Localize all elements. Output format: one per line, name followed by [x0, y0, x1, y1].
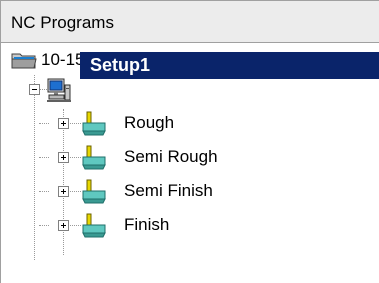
folder-icon — [11, 53, 37, 69]
setup-computer-icon — [47, 78, 71, 102]
toolpath-icon — [82, 145, 106, 170]
tree-connector — [39, 225, 49, 226]
collapse-toggle-icon[interactable] — [29, 84, 40, 95]
expand-toggle-icon[interactable] — [58, 186, 69, 197]
expand-toggle-icon[interactable] — [58, 152, 69, 163]
panel-header: NC Programs — [1, 1, 379, 43]
tree-connector — [63, 109, 64, 255]
tree-operation-label: Semi Finish — [124, 181, 213, 200]
expand-toggle-icon[interactable] — [58, 118, 69, 129]
tree-connector — [34, 75, 35, 260]
tree-operation-label: Rough — [124, 113, 175, 132]
tree-operation-label: Semi Rough — [124, 147, 218, 166]
tree-setup-label[interactable]: Setup1 — [90, 53, 150, 77]
tree-connector — [39, 191, 49, 192]
toolpath-icon — [82, 111, 106, 136]
toolpath-icon — [82, 213, 106, 238]
expand-toggle-icon[interactable] — [58, 220, 69, 231]
tree-operation-label: Finish — [124, 215, 170, 234]
tree-connector — [39, 123, 49, 124]
toolpath-icon — [82, 179, 106, 204]
nc-programs-panel: NC Programs 10-15-98 : Ejector - Mirrore… — [0, 0, 379, 283]
tree-connector — [39, 157, 49, 158]
panel-title: NC Programs — [11, 13, 114, 32]
